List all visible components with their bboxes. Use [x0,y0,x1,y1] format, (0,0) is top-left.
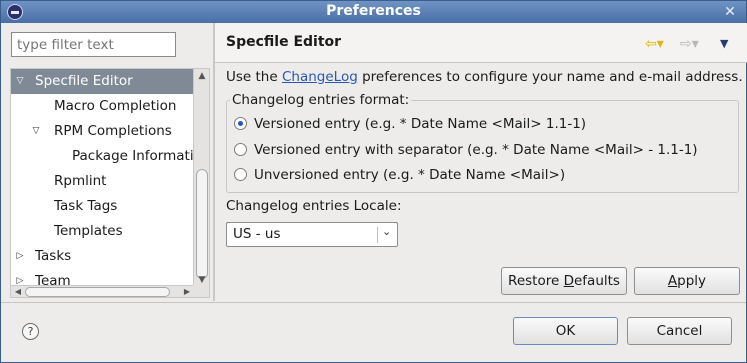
window-title: Preferences [326,3,421,19]
tree-item-macro-completion[interactable]: Macro Completion [54,94,176,119]
tree-item-label: Tasks [35,248,72,264]
tree-item-templates[interactable]: Templates [54,219,123,244]
collapse-icon[interactable]: ▷ [14,250,26,262]
apply-button[interactable]: Apply [634,267,740,295]
radio-button[interactable] [234,142,247,156]
apply-label-mnemonic: A [667,273,678,289]
locale-select[interactable]: US - us ⌄ [226,222,398,247]
changelog-format-label: Changelog entries format: [230,92,412,108]
scroll-thumb[interactable] [196,169,208,279]
locale-label: Changelog entries Locale: [226,198,402,214]
forward-arrow-icon[interactable]: ⇨▾ [680,37,704,51]
restore-defaults-button[interactable]: Restore Defaults [501,267,627,295]
pane-sash[interactable] [213,23,215,301]
tree-item-specfile-editor[interactable]: ▽ Specfile Editor [11,69,194,94]
radio-versioned-entry-separator[interactable]: Versioned entry with separator (e.g. * D… [234,139,698,161]
scroll-left-icon[interactable]: ◀ [11,286,25,297]
tree-vertical-scrollbar[interactable]: ▲ ▼ [193,69,209,287]
radio-button[interactable] [234,116,247,130]
title-bar[interactable]: Preferences ✕ [1,1,746,23]
expand-icon[interactable]: ▽ [14,75,26,87]
description-prefix: Use the [226,69,282,85]
tree-item-label: Package Informati [72,148,194,164]
footer-divider [1,302,746,303]
scroll-up-icon[interactable]: ▲ [194,69,209,83]
tree-item-label: Specfile Editor [35,73,133,89]
tree-item-tasks[interactable]: ▷ Tasks [11,244,194,269]
locale-value: US - us [233,226,281,242]
radio-button[interactable] [234,167,247,181]
tree-item-label: Task Tags [54,198,118,214]
scroll-thumb[interactable] [25,287,170,297]
ok-button[interactable]: OK [513,317,618,345]
tree-item-label: RPM Completions [54,123,172,139]
radio-versioned-entry[interactable]: Versioned entry (e.g. * Date Name <Mail>… [234,113,586,135]
chevron-down-icon[interactable]: ⌄ [382,225,391,238]
tree-item-label: Macro Completion [54,98,177,114]
tree-item-label: Templates [54,223,123,239]
restore-label-post: efaults [573,273,620,289]
cancel-button[interactable]: Cancel [627,317,732,345]
changelog-link[interactable]: ChangeLog [282,69,358,85]
filter-input[interactable] [11,32,176,57]
preferences-navigation: ▽ Specfile Editor Macro Completion ▽ RPM… [1,23,212,303]
scroll-right-icon[interactable]: ▶ [180,286,194,297]
tree-item-task-tags[interactable]: Task Tags [54,194,117,219]
radio-label: Unversioned entry (e.g. * Date Name <Mai… [254,167,566,183]
tree-item-rpmlint[interactable]: Rpmlint [54,169,106,194]
scrollbar-corner [193,285,209,297]
preference-tree: ▽ Specfile Editor Macro Completion ▽ RPM… [10,68,210,298]
help-icon[interactable]: ? [22,323,39,340]
view-menu-icon[interactable]: ▼ [720,37,734,51]
tree-item-label: Rpmlint [54,173,107,189]
page-description: Use the ChangeLog preferences to configu… [226,69,743,85]
radio-unversioned-entry[interactable]: Unversioned entry (e.g. * Date Name <Mai… [234,164,565,186]
tree-horizontal-scrollbar[interactable]: ◀ ▶ [11,285,194,297]
tree-item-package-information[interactable]: Package Informati [72,144,194,169]
description-suffix: preferences to configure your name and e… [357,69,743,85]
page-title: Specfile Editor [226,34,342,50]
close-window-button[interactable]: ✕ [720,3,740,21]
radio-label: Versioned entry with separator (e.g. * D… [254,142,698,158]
page-header: Specfile Editor ⇦▾ ⇨▾ ▼ [215,23,747,63]
expand-icon[interactable]: ▽ [30,125,42,137]
combo-separator [377,227,378,243]
restore-label-pre: Restore [508,273,564,289]
apply-label-post: pply [677,273,707,289]
back-arrow-icon[interactable]: ⇦▾ [645,37,669,51]
radio-label: Versioned entry (e.g. * Date Name <Mail>… [254,116,587,132]
restore-label-mnemonic: D [563,273,574,289]
preferences-window: Preferences ✕ ▽ Specfile Editor Macro Co… [0,0,747,363]
